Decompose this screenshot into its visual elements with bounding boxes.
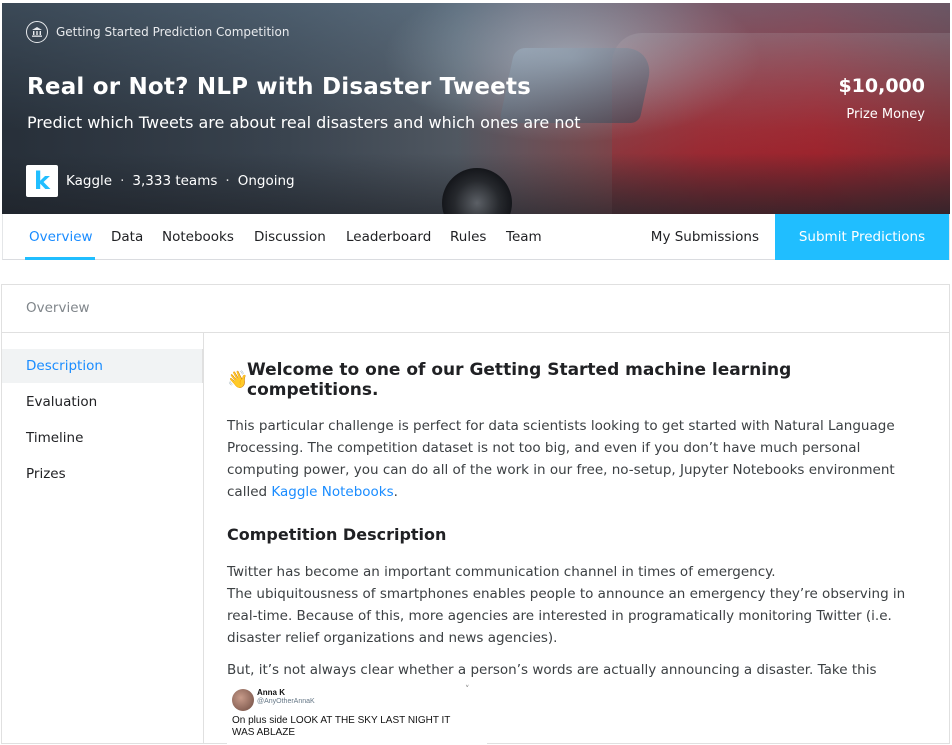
chevron-down-icon: ˅ bbox=[465, 685, 470, 695]
tab-notebooks[interactable]: Notebooks bbox=[162, 214, 234, 260]
tab-discussion[interactable]: Discussion bbox=[254, 214, 326, 260]
competition-header: Getting Started Prediction Competition R… bbox=[2, 3, 950, 214]
intro-paragraph: This particular challenge is perfect for… bbox=[227, 415, 927, 503]
waving-hand-icon: 👋 bbox=[227, 370, 249, 390]
submit-predictions-button[interactable]: Submit Predictions bbox=[775, 214, 949, 260]
tab-team[interactable]: Team bbox=[506, 214, 542, 260]
prize-amount: $10,000 bbox=[838, 75, 925, 97]
sidebar-item-timeline[interactable]: Timeline bbox=[2, 421, 203, 455]
competition-meta: k Kaggle · 3,333 teams · Ongoing bbox=[26, 165, 295, 197]
prize-block: $10,000 Prize Money bbox=[838, 75, 925, 122]
sidebar-item-description[interactable]: Description bbox=[2, 349, 203, 383]
welcome-heading: 👋 Welcome to one of our Getting Started … bbox=[227, 360, 927, 400]
overview-card: Overview Description Evaluation Timeline… bbox=[1, 284, 950, 745]
overview-card-title: Overview bbox=[2, 285, 949, 333]
welcome-heading-text: Welcome to one of our Getting Started ma… bbox=[247, 360, 792, 400]
host-name[interactable]: Kaggle bbox=[66, 173, 112, 189]
intro-end: . bbox=[393, 484, 398, 500]
prize-label: Prize Money bbox=[846, 107, 925, 122]
tab-leaderboard[interactable]: Leaderboard bbox=[346, 214, 431, 260]
competition-type-label: Getting Started Prediction Competition bbox=[56, 25, 290, 39]
example-tweet-image: Anna K @AnyOtherAnnaK ˅ On plus side LOO… bbox=[227, 685, 487, 745]
competition-tabs: Overview Data Notebooks Discussion Leade… bbox=[2, 214, 950, 260]
competition-status: Ongoing bbox=[237, 173, 295, 189]
active-tab-indicator bbox=[25, 257, 95, 260]
description-line-2: The ubiquitousness of smartphones enable… bbox=[227, 586, 906, 646]
tab-rules[interactable]: Rules bbox=[450, 214, 486, 260]
competition-title: Real or Not? NLP with Disaster Tweets bbox=[27, 74, 532, 100]
sidebar-item-evaluation[interactable]: Evaluation bbox=[2, 385, 203, 419]
tweet-author-handle: @AnyOtherAnnaK bbox=[257, 698, 315, 705]
competition-description-heading: Competition Description bbox=[227, 525, 447, 544]
tab-data[interactable]: Data bbox=[111, 214, 143, 260]
description-line-1: Twitter has become an important communic… bbox=[227, 564, 776, 580]
meta-separator: · bbox=[120, 173, 125, 189]
tweet-text: On plus side LOOK AT THE SKY LAST NIGHT … bbox=[232, 715, 451, 738]
kaggle-notebooks-link[interactable]: Kaggle Notebooks bbox=[271, 484, 393, 500]
meta-separator: · bbox=[225, 173, 230, 189]
institution-icon bbox=[26, 21, 48, 43]
tweet-avatar bbox=[232, 689, 254, 711]
sidebar-item-prizes[interactable]: Prizes bbox=[2, 457, 203, 491]
my-submissions-link[interactable]: My Submissions bbox=[651, 214, 759, 260]
tab-overview[interactable]: Overview bbox=[29, 214, 93, 260]
overview-sidebar: Description Evaluation Timeline Prizes bbox=[2, 332, 204, 743]
description-content: 👋 Welcome to one of our Getting Started … bbox=[227, 360, 927, 745]
kaggle-logo-icon[interactable]: k bbox=[26, 165, 58, 197]
competition-type: Getting Started Prediction Competition bbox=[26, 21, 289, 43]
team-count: 3,333 teams bbox=[132, 173, 218, 189]
competition-subtitle: Predict which Tweets are about real disa… bbox=[27, 113, 581, 132]
tweet-author-name: Anna K bbox=[257, 688, 285, 697]
